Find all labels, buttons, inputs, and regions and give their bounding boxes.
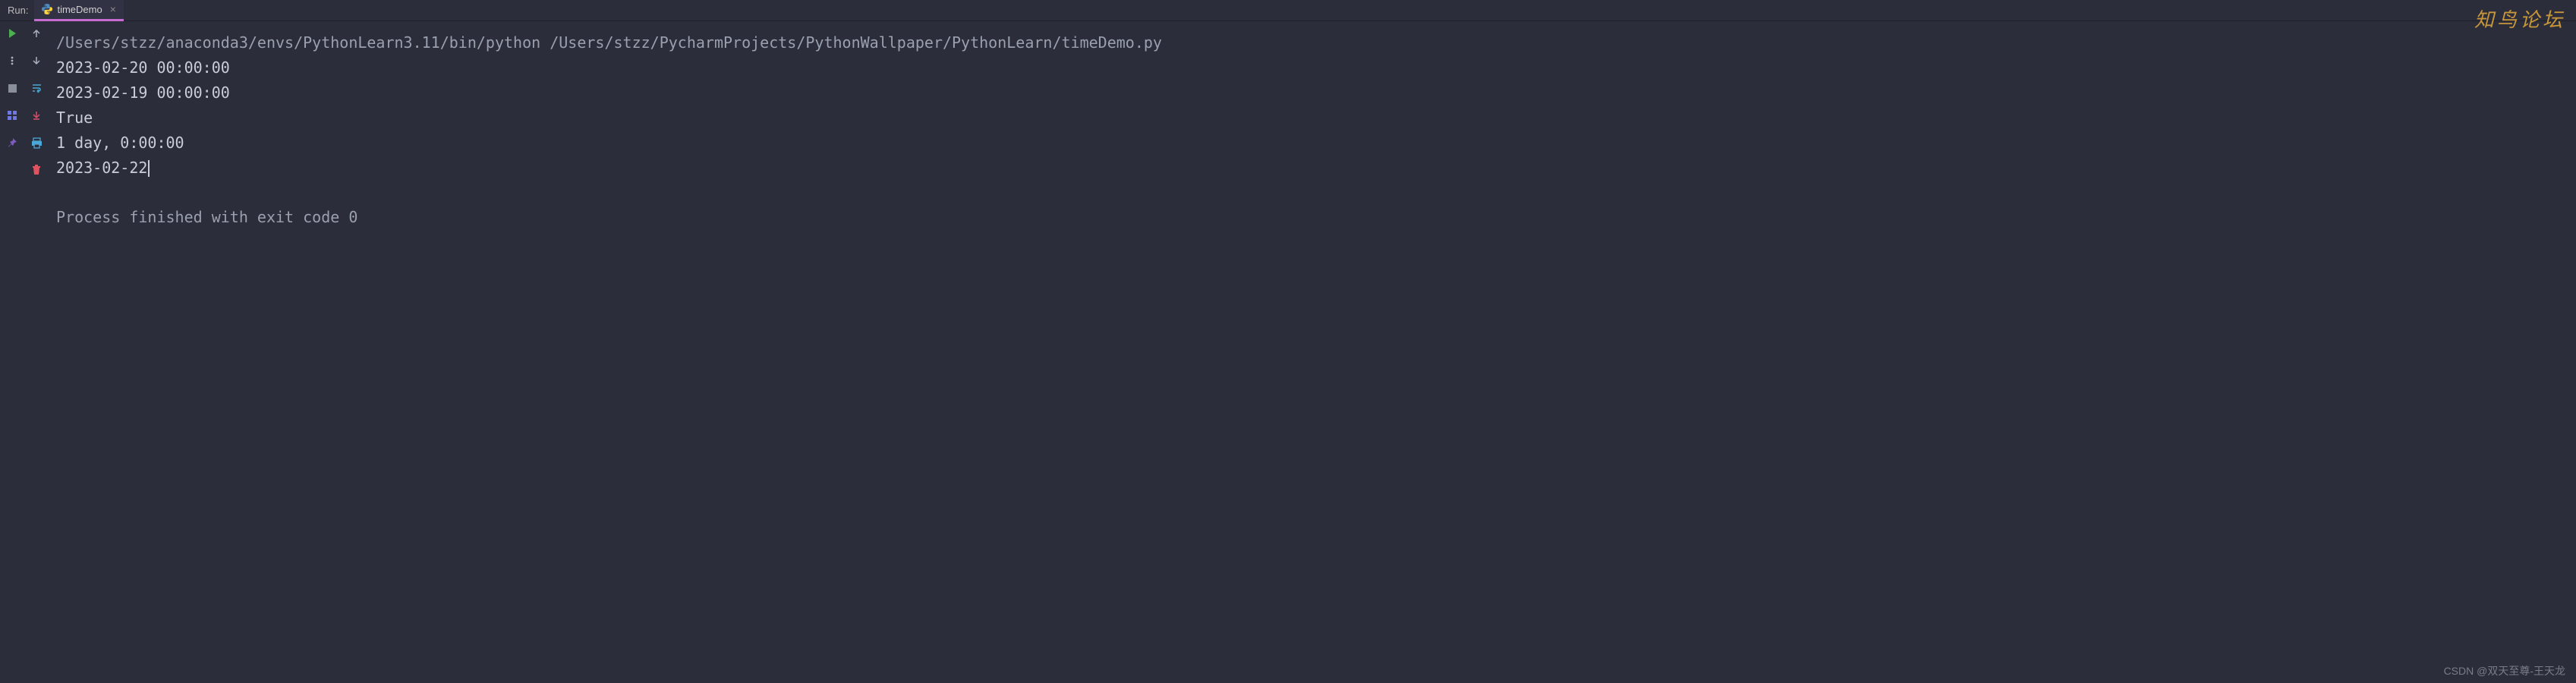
run-tab-timedemo[interactable]: timeDemo × <box>34 0 123 21</box>
wrap-icon[interactable] <box>30 82 43 94</box>
run-label: Run: <box>0 5 34 16</box>
close-tab-icon[interactable]: × <box>110 3 116 15</box>
pin-icon[interactable] <box>6 137 18 149</box>
gutter-col-1 <box>0 27 24 683</box>
run-toolwindow-header: Run: timeDemo × <box>0 0 2576 21</box>
step-up-icon[interactable] <box>30 27 43 39</box>
command-line: /Users/stzz/anaconda3/envs/PythonLearn3.… <box>56 30 2568 55</box>
tab-label: timeDemo <box>57 4 102 15</box>
text-cursor <box>148 160 150 177</box>
step-down-icon[interactable] <box>30 55 43 67</box>
scroll-end-icon[interactable] <box>30 109 43 121</box>
output-line: 1 day, 0:00:00 <box>56 131 2568 156</box>
output-line: 2023-02-20 00:00:00 <box>56 55 2568 80</box>
run-gutter <box>0 21 49 683</box>
gutter-col-2 <box>24 27 49 683</box>
run-icon[interactable] <box>6 27 18 39</box>
stop-icon[interactable] <box>6 82 18 94</box>
delete-icon[interactable] <box>30 164 43 176</box>
python-file-icon <box>42 4 52 14</box>
more-icon[interactable] <box>6 55 18 67</box>
watermark-bottom-right: CSDN @双天至尊-王天龙 <box>2444 663 2565 678</box>
console-output[interactable]: /Users/stzz/anaconda3/envs/PythonLearn3.… <box>49 21 2576 683</box>
output-line: True <box>56 105 2568 131</box>
exit-message: Process finished with exit code 0 <box>56 205 2568 230</box>
output-line: 2023-02-22 <box>56 156 2568 181</box>
run-toolwindow-body: /Users/stzz/anaconda3/envs/PythonLearn3.… <box>0 21 2576 683</box>
print-icon[interactable] <box>30 137 43 149</box>
watermark-top-right: 知鸟论坛 <box>2474 5 2565 33</box>
layout-icon[interactable] <box>6 109 18 121</box>
output-line: 2023-02-19 00:00:00 <box>56 80 2568 105</box>
